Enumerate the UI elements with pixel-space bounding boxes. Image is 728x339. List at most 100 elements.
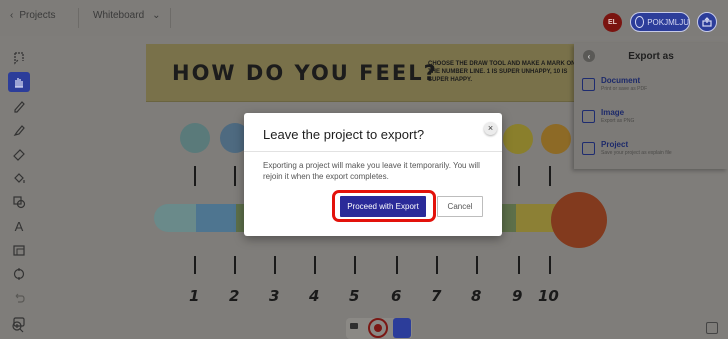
export-option-label: Project bbox=[601, 140, 629, 149]
board-label: Whiteboard bbox=[93, 10, 145, 21]
divider bbox=[170, 8, 171, 28]
paint-bucket-icon bbox=[14, 173, 25, 183]
zoom-button[interactable] bbox=[12, 320, 24, 338]
sticky-tool[interactable] bbox=[8, 240, 30, 260]
scale-segment bbox=[516, 204, 556, 232]
tool-palette: A bbox=[8, 48, 30, 336]
feelings-banner: HOW DO YOU FEEL? Choose the draw tool an… bbox=[146, 44, 586, 102]
export-option-sub: Export as PNG bbox=[601, 118, 635, 124]
export-option-label: Image bbox=[601, 108, 625, 117]
face-very-sad bbox=[180, 123, 210, 153]
export-panel-title: Export as bbox=[628, 50, 674, 62]
laser-tool[interactable] bbox=[8, 264, 30, 284]
banner-title: HOW DO YOU FEEL? bbox=[172, 61, 438, 85]
mic-mute-button[interactable] bbox=[393, 318, 411, 338]
proceed-with-export-button[interactable]: Proceed with Export bbox=[340, 196, 426, 217]
tick-upper bbox=[549, 166, 551, 186]
crosshair-icon bbox=[13, 268, 25, 280]
highlighter-tool[interactable] bbox=[8, 120, 30, 140]
export-image-option[interactable]: Image Export as PNG bbox=[582, 108, 634, 124]
export-panel-header: ‹ Export as bbox=[574, 43, 728, 69]
export-option-sub: Print or save as PDF bbox=[601, 86, 648, 92]
fill-tool[interactable] bbox=[8, 168, 30, 188]
face-very-happy bbox=[541, 124, 571, 154]
scale-number: 9 bbox=[512, 287, 523, 305]
sticky-note-icon bbox=[13, 245, 25, 256]
hand-icon bbox=[15, 78, 23, 88]
tick-lower bbox=[354, 256, 356, 274]
printer-icon bbox=[582, 78, 595, 91]
export-panel: ‹ Export as Document Print or save as PD… bbox=[574, 43, 728, 169]
undo-button[interactable] bbox=[8, 288, 30, 308]
scale-number: 5 bbox=[349, 287, 360, 305]
shapes-icon bbox=[13, 196, 26, 209]
tick-lower bbox=[194, 256, 196, 274]
tick-lower bbox=[518, 256, 520, 274]
scale-segment bbox=[196, 204, 236, 232]
tick-lower bbox=[274, 256, 276, 274]
tick-upper bbox=[518, 166, 520, 186]
pencil-icon bbox=[14, 101, 25, 113]
scale-number: 7 bbox=[431, 287, 442, 305]
export-document-option[interactable]: Document Print or save as PDF bbox=[582, 76, 647, 92]
tick-upper bbox=[234, 166, 236, 186]
eraser-icon bbox=[13, 149, 25, 161]
scale-number: 1 bbox=[189, 287, 200, 305]
projects-link[interactable]: Projects bbox=[19, 10, 55, 21]
hand-tool[interactable] bbox=[8, 72, 30, 92]
leave-project-dialog: Leave the project to export? × Exporting… bbox=[244, 113, 502, 236]
duplicate-icon[interactable] bbox=[706, 322, 718, 334]
pen-tool[interactable] bbox=[8, 96, 30, 116]
top-bar: ‹ Projects Whiteboard ⌄ EL POKJMLJU bbox=[0, 0, 728, 36]
back-to-projects[interactable]: ‹ Projects bbox=[10, 10, 55, 21]
tick-lower bbox=[549, 256, 551, 274]
chevron-left-icon[interactable]: ‹ bbox=[583, 50, 595, 62]
camera-icon[interactable] bbox=[350, 323, 358, 329]
tick-upper bbox=[194, 166, 196, 186]
user-name: POKJMLJU bbox=[647, 17, 689, 27]
text-tool[interactable]: A bbox=[8, 216, 30, 236]
divider bbox=[244, 151, 502, 152]
scale-number: 4 bbox=[309, 287, 320, 305]
scale-number: 8 bbox=[471, 287, 482, 305]
undo-icon bbox=[15, 293, 25, 303]
select-tool[interactable] bbox=[8, 48, 30, 68]
scale-number: 10 bbox=[538, 287, 559, 305]
shapes-tool[interactable] bbox=[8, 192, 30, 212]
scale-marker[interactable] bbox=[551, 192, 607, 248]
zoom-in-icon bbox=[12, 321, 24, 333]
divider bbox=[78, 8, 79, 28]
tick-lower bbox=[476, 256, 478, 274]
tick-lower bbox=[396, 256, 398, 274]
project-icon bbox=[582, 142, 595, 155]
avatar[interactable]: EL bbox=[603, 13, 622, 32]
image-icon bbox=[582, 110, 595, 123]
share-icon bbox=[702, 17, 712, 27]
export-option-label: Document bbox=[601, 76, 641, 85]
export-project-option[interactable]: Project Save your project as explain fil… bbox=[582, 140, 672, 156]
lasso-icon bbox=[14, 52, 24, 65]
scale-segment bbox=[154, 204, 196, 232]
export-option-sub: Save your project as explain file bbox=[601, 150, 672, 156]
export-button[interactable] bbox=[697, 12, 717, 32]
user-button[interactable]: POKJMLJU bbox=[630, 12, 690, 32]
face-happy bbox=[503, 124, 533, 154]
scale-number: 3 bbox=[269, 287, 280, 305]
tick-lower bbox=[314, 256, 316, 274]
tick-lower bbox=[234, 256, 236, 274]
chevron-down-icon: ⌄ bbox=[152, 10, 161, 21]
tick-lower bbox=[436, 256, 438, 274]
board-selector[interactable]: Whiteboard ⌄ bbox=[93, 10, 161, 21]
highlighter-icon bbox=[13, 125, 25, 136]
scale-number: 2 bbox=[229, 287, 240, 305]
text-icon: A bbox=[14, 218, 24, 234]
scale-number: 6 bbox=[391, 287, 402, 305]
eraser-tool[interactable] bbox=[8, 144, 30, 164]
dialog-message: Exporting a project will make you leave … bbox=[263, 161, 480, 181]
user-icon bbox=[635, 16, 645, 28]
cancel-button[interactable]: Cancel bbox=[437, 196, 483, 217]
chevron-left-icon: ‹ bbox=[10, 10, 14, 21]
record-button[interactable] bbox=[368, 318, 388, 338]
dialog-title: Leave the project to export? bbox=[263, 127, 425, 142]
close-icon[interactable]: × bbox=[484, 122, 497, 135]
